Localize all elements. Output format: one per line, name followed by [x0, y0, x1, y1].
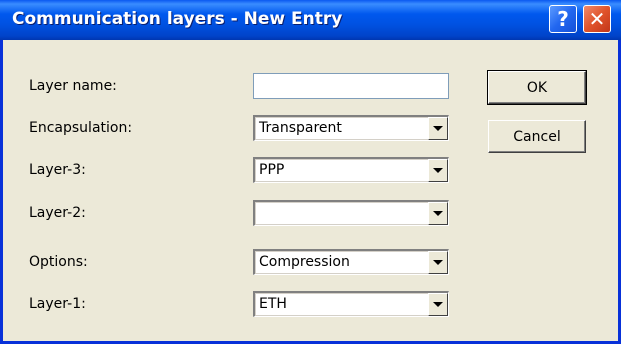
chevron-down-icon	[433, 126, 443, 131]
layer3-select[interactable]: PPP	[253, 157, 449, 183]
encapsulation-value: Transparent	[259, 120, 342, 136]
chevron-down-icon	[433, 168, 443, 173]
options-value: Compression	[259, 254, 350, 270]
encapsulation-select[interactable]: Transparent	[253, 115, 449, 141]
encapsulation-label: Encapsulation:	[29, 120, 133, 136]
help-icon: ?	[557, 7, 569, 31]
help-button[interactable]: ?	[549, 5, 577, 33]
layer1-dropdown-button[interactable]	[428, 293, 448, 316]
layer1-select[interactable]: ETH	[253, 291, 449, 317]
cancel-button[interactable]: Cancel	[488, 120, 586, 153]
layer2-dropdown-button[interactable]	[428, 202, 448, 225]
options-dropdown-button[interactable]	[428, 251, 448, 274]
layer1-label: Layer-1:	[29, 296, 86, 312]
options-label: Options:	[29, 254, 88, 270]
chevron-down-icon	[433, 211, 443, 216]
layer3-label: Layer-3:	[29, 162, 86, 178]
encapsulation-dropdown-button[interactable]	[428, 117, 448, 140]
layer2-select[interactable]	[253, 200, 449, 226]
layer2-label: Layer-2:	[29, 205, 86, 221]
layer-name-input[interactable]	[253, 73, 449, 99]
layer-name-label: Layer name:	[29, 78, 117, 94]
window-title: Communication layers - New Entry	[12, 9, 343, 29]
chevron-down-icon	[433, 302, 443, 307]
close-button[interactable]: ✕	[583, 5, 611, 33]
close-icon: ✕	[588, 7, 606, 31]
dialog-window: Communication layers - New Entry ? ✕ Lay…	[0, 0, 621, 344]
options-select[interactable]: Compression	[253, 249, 449, 275]
title-bar[interactable]: Communication layers - New Entry ? ✕	[0, 0, 621, 40]
chevron-down-icon	[433, 260, 443, 265]
ok-button[interactable]: OK	[487, 70, 587, 105]
layer3-value: PPP	[259, 162, 285, 178]
layer3-dropdown-button[interactable]	[428, 159, 448, 182]
layer1-value: ETH	[259, 296, 287, 312]
